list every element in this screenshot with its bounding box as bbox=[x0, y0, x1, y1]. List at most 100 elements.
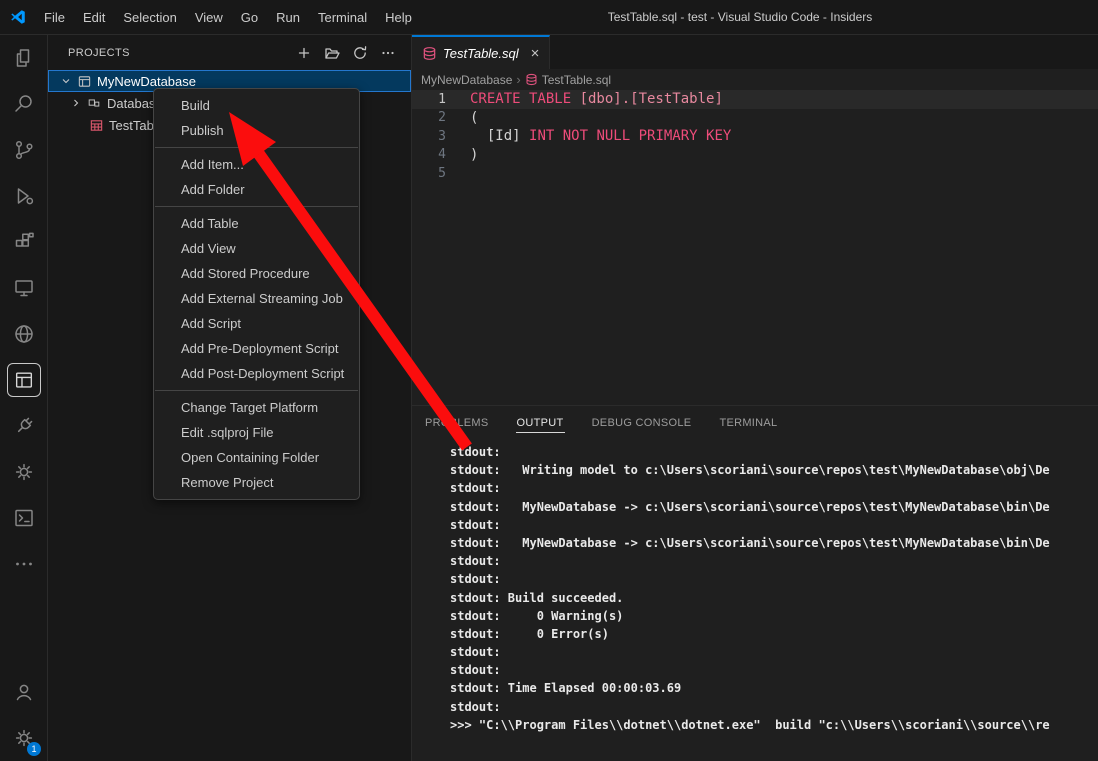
menu-item-edit-sqlproj-file[interactable]: Edit .sqlproj File bbox=[154, 420, 359, 445]
menu-item-change-target-platform[interactable]: Change Target Platform bbox=[154, 395, 359, 420]
menu-help[interactable]: Help bbox=[376, 0, 421, 34]
menu-item-add-table[interactable]: Add Table bbox=[154, 211, 359, 236]
references-icon bbox=[86, 95, 102, 111]
menu-item-add-external-streaming-job[interactable]: Add External Streaming Job bbox=[154, 286, 359, 311]
menu-item-add-view[interactable]: Add View bbox=[154, 236, 359, 261]
connections-view-button[interactable] bbox=[0, 403, 47, 449]
menu-item-remove-project[interactable]: Remove Project bbox=[154, 470, 359, 495]
explorer-view-button[interactable] bbox=[0, 35, 47, 81]
remote-explorer-icon bbox=[12, 276, 36, 300]
settings-button[interactable]: 1 bbox=[0, 715, 47, 761]
output-line: stdout: bbox=[450, 643, 1098, 661]
remote-explorer-view-button[interactable] bbox=[0, 265, 47, 311]
editor-group: TestTable.sql × MyNewDatabase › TestTabl… bbox=[412, 35, 1098, 405]
menu-item-add-stored-procedure[interactable]: Add Stored Procedure bbox=[154, 261, 359, 286]
refresh-icon bbox=[352, 45, 368, 61]
menu-item-add-item[interactable]: Add Item... bbox=[154, 152, 359, 177]
tab-problems[interactable]: PROBLEMS bbox=[424, 414, 490, 432]
menu-edit[interactable]: Edit bbox=[74, 0, 114, 34]
globe-icon bbox=[12, 322, 36, 346]
code-line: 1 CREATE TABLE [dbo].[TestTable] bbox=[412, 90, 1098, 109]
chevron-right-icon[interactable] bbox=[68, 95, 84, 111]
title-bar: File Edit Selection View Go Run Terminal… bbox=[0, 0, 1098, 35]
output-line: stdout: MyNewDatabase -> c:\Users\scoria… bbox=[450, 534, 1098, 552]
menu-run[interactable]: Run bbox=[267, 0, 309, 34]
account-icon bbox=[12, 680, 36, 704]
chevron-down-icon[interactable] bbox=[58, 73, 74, 89]
tab-debug-console[interactable]: DEBUG CONSOLE bbox=[591, 414, 693, 432]
project-icon bbox=[76, 73, 92, 89]
menu-selection[interactable]: Selection bbox=[114, 0, 185, 34]
menu-separator bbox=[155, 390, 358, 391]
line-number: 2 bbox=[412, 110, 446, 125]
project-context-menu: Build Publish Add Item... Add Folder Add… bbox=[153, 88, 360, 500]
code-line: 5 bbox=[412, 164, 1098, 183]
ellipsis-icon bbox=[380, 45, 396, 61]
activity-bar-bottom: 1 bbox=[0, 669, 47, 761]
tab-terminal[interactable]: TERMINAL bbox=[718, 414, 778, 432]
menu-item-open-containing-folder[interactable]: Open Containing Folder bbox=[154, 445, 359, 470]
search-view-button[interactable] bbox=[0, 81, 47, 127]
account-button[interactable] bbox=[0, 669, 47, 715]
tools-view-button[interactable] bbox=[0, 449, 47, 495]
output-log[interactable]: stdout: stdout: Writing model to c:\User… bbox=[412, 440, 1098, 734]
database-projects-view-button[interactable] bbox=[0, 357, 47, 403]
menu-terminal[interactable]: Terminal bbox=[309, 0, 376, 34]
run-debug-icon bbox=[12, 184, 36, 208]
output-line: stdout: bbox=[450, 698, 1098, 716]
extensions-view-button[interactable] bbox=[0, 219, 47, 265]
files-icon bbox=[12, 46, 36, 70]
activity-bar-top bbox=[0, 35, 47, 587]
output-line: >>> "C:\\Program Files\\dotnet\\dotnet.e… bbox=[450, 716, 1098, 734]
tab-output[interactable]: OUTPUT bbox=[516, 414, 565, 433]
output-line: stdout: bbox=[450, 570, 1098, 588]
menu-go[interactable]: Go bbox=[232, 0, 267, 34]
chevron-right-icon: › bbox=[516, 72, 520, 87]
output-line: stdout: MyNewDatabase -> c:\Users\scoria… bbox=[450, 498, 1098, 516]
output-line: stdout: Time Elapsed 00:00:03.69 bbox=[450, 679, 1098, 697]
source-control-view-button[interactable] bbox=[0, 127, 47, 173]
web-view-button[interactable] bbox=[0, 311, 47, 357]
menu-item-publish[interactable]: Publish bbox=[154, 118, 359, 143]
database-icon bbox=[422, 46, 437, 61]
plus-icon bbox=[296, 45, 312, 61]
menu-item-add-script[interactable]: Add Script bbox=[154, 311, 359, 336]
tab-testtable-sql[interactable]: TestTable.sql × bbox=[412, 35, 550, 69]
add-project-button[interactable] bbox=[293, 42, 315, 64]
line-number: 5 bbox=[412, 166, 446, 181]
folder-open-icon bbox=[324, 45, 340, 61]
activity-bar: 1 bbox=[0, 35, 48, 761]
tree-item-label: MyNewDatabase bbox=[97, 74, 196, 89]
menu-item-add-pre-deployment-script[interactable]: Add Pre-Deployment Script bbox=[154, 336, 359, 361]
breadcrumb: MyNewDatabase › TestTable.sql bbox=[412, 69, 1098, 90]
extensions-icon bbox=[12, 230, 36, 254]
run-debug-view-button[interactable] bbox=[0, 173, 47, 219]
menu-view[interactable]: View bbox=[186, 0, 232, 34]
search-icon bbox=[12, 92, 36, 116]
breadcrumb-file[interactable]: TestTable.sql bbox=[542, 73, 611, 87]
menu-item-build[interactable]: Build bbox=[154, 93, 359, 118]
more-actions-button[interactable] bbox=[377, 42, 399, 64]
sidebar-header: PROJECTS bbox=[48, 35, 411, 70]
vscode-logo-icon bbox=[9, 8, 27, 26]
database-projects-icon bbox=[13, 369, 35, 391]
menu-file[interactable]: File bbox=[35, 0, 74, 34]
refresh-button[interactable] bbox=[349, 42, 371, 64]
output-line: stdout: bbox=[450, 552, 1098, 570]
code-line: 2 ( bbox=[412, 109, 1098, 128]
open-folder-button[interactable] bbox=[321, 42, 343, 64]
cog-icon bbox=[12, 460, 36, 484]
breadcrumb-project[interactable]: MyNewDatabase bbox=[421, 73, 512, 87]
menu-item-add-post-deployment-script[interactable]: Add Post-Deployment Script bbox=[154, 361, 359, 386]
terminal-view-button[interactable] bbox=[0, 495, 47, 541]
window-title: TestTable.sql - test - Visual Studio Cod… bbox=[382, 10, 1098, 24]
menu-item-add-folder[interactable]: Add Folder bbox=[154, 177, 359, 202]
tab-label: TestTable.sql bbox=[443, 46, 519, 61]
line-number: 4 bbox=[412, 147, 446, 162]
close-icon[interactable]: × bbox=[531, 46, 540, 61]
terminal-icon bbox=[12, 506, 36, 530]
additional-views-button[interactable] bbox=[0, 541, 47, 587]
panel-tab-bar: PROBLEMS OUTPUT DEBUG CONSOLE TERMINAL bbox=[412, 406, 1098, 440]
sidebar-title: PROJECTS bbox=[68, 47, 130, 59]
code-editor[interactable]: 1 CREATE TABLE [dbo].[TestTable] 2 ( 3 [… bbox=[412, 90, 1098, 183]
